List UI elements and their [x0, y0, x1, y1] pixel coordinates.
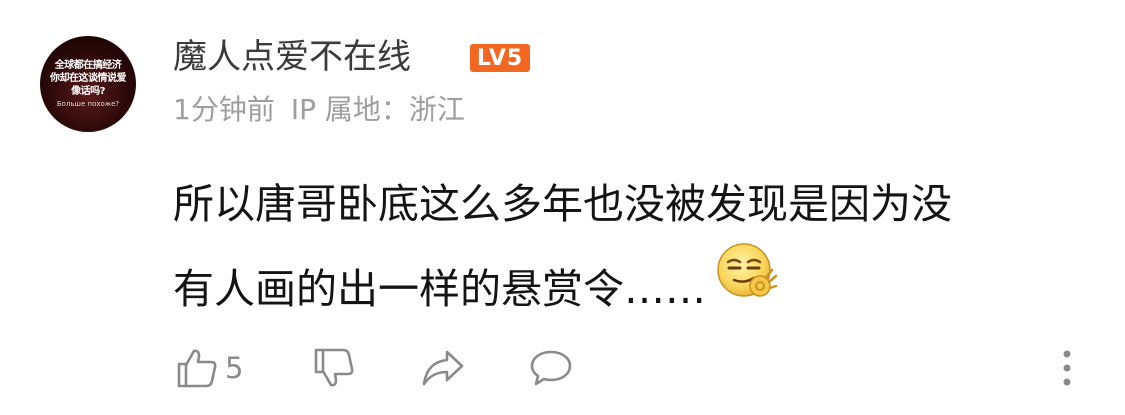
avatar-subtext: Больше похоже?: [56, 100, 120, 108]
avatar[interactable]: 全球都在搞经济 你却在这谈情说爱 像话吗? Больше похоже?: [40, 36, 136, 132]
thumb-down-icon: [312, 346, 356, 390]
action-bar: 5: [0, 340, 1125, 400]
smirk-ok-hand-emoji: [714, 240, 778, 332]
avatar-text-line-3: 像话吗?: [71, 86, 105, 97]
reply-button[interactable]: [528, 346, 574, 390]
share-button[interactable]: [420, 346, 466, 390]
thumb-up-icon: [175, 346, 219, 390]
comment-time: 1分钟前: [173, 93, 275, 126]
comment-icon: [528, 346, 574, 390]
comment-line-2-text: 有人画的出一样的悬赏令……: [173, 265, 706, 313]
share-icon: [420, 346, 466, 390]
more-button[interactable]: [1061, 348, 1073, 392]
like-count: 5: [225, 351, 244, 385]
avatar-text-line-1: 全球都在搞经济: [54, 60, 122, 71]
comment-line-1: 所以唐哥卧底这么多年也没被发现是因为没: [173, 180, 952, 228]
avatar-text-line-2: 你却在这谈情说爱: [50, 73, 127, 84]
comment-meta: 1分钟前 IP 属地：浙江: [173, 92, 465, 128]
ip-location: IP 属地：浙江: [290, 93, 465, 126]
like-button[interactable]: 5: [175, 346, 243, 390]
comment-text: 所以唐哥卧底这么多年也没被发现是因为没 有人画的出一样的悬赏令……: [173, 162, 1073, 338]
more-icon: [1061, 350, 1073, 392]
level-badge: LV5: [470, 44, 530, 72]
dislike-button[interactable]: [312, 346, 356, 390]
username[interactable]: 魔人点爱不在线: [173, 36, 411, 78]
comment-line-2: 有人画的出一样的悬赏令……: [173, 243, 1073, 338]
